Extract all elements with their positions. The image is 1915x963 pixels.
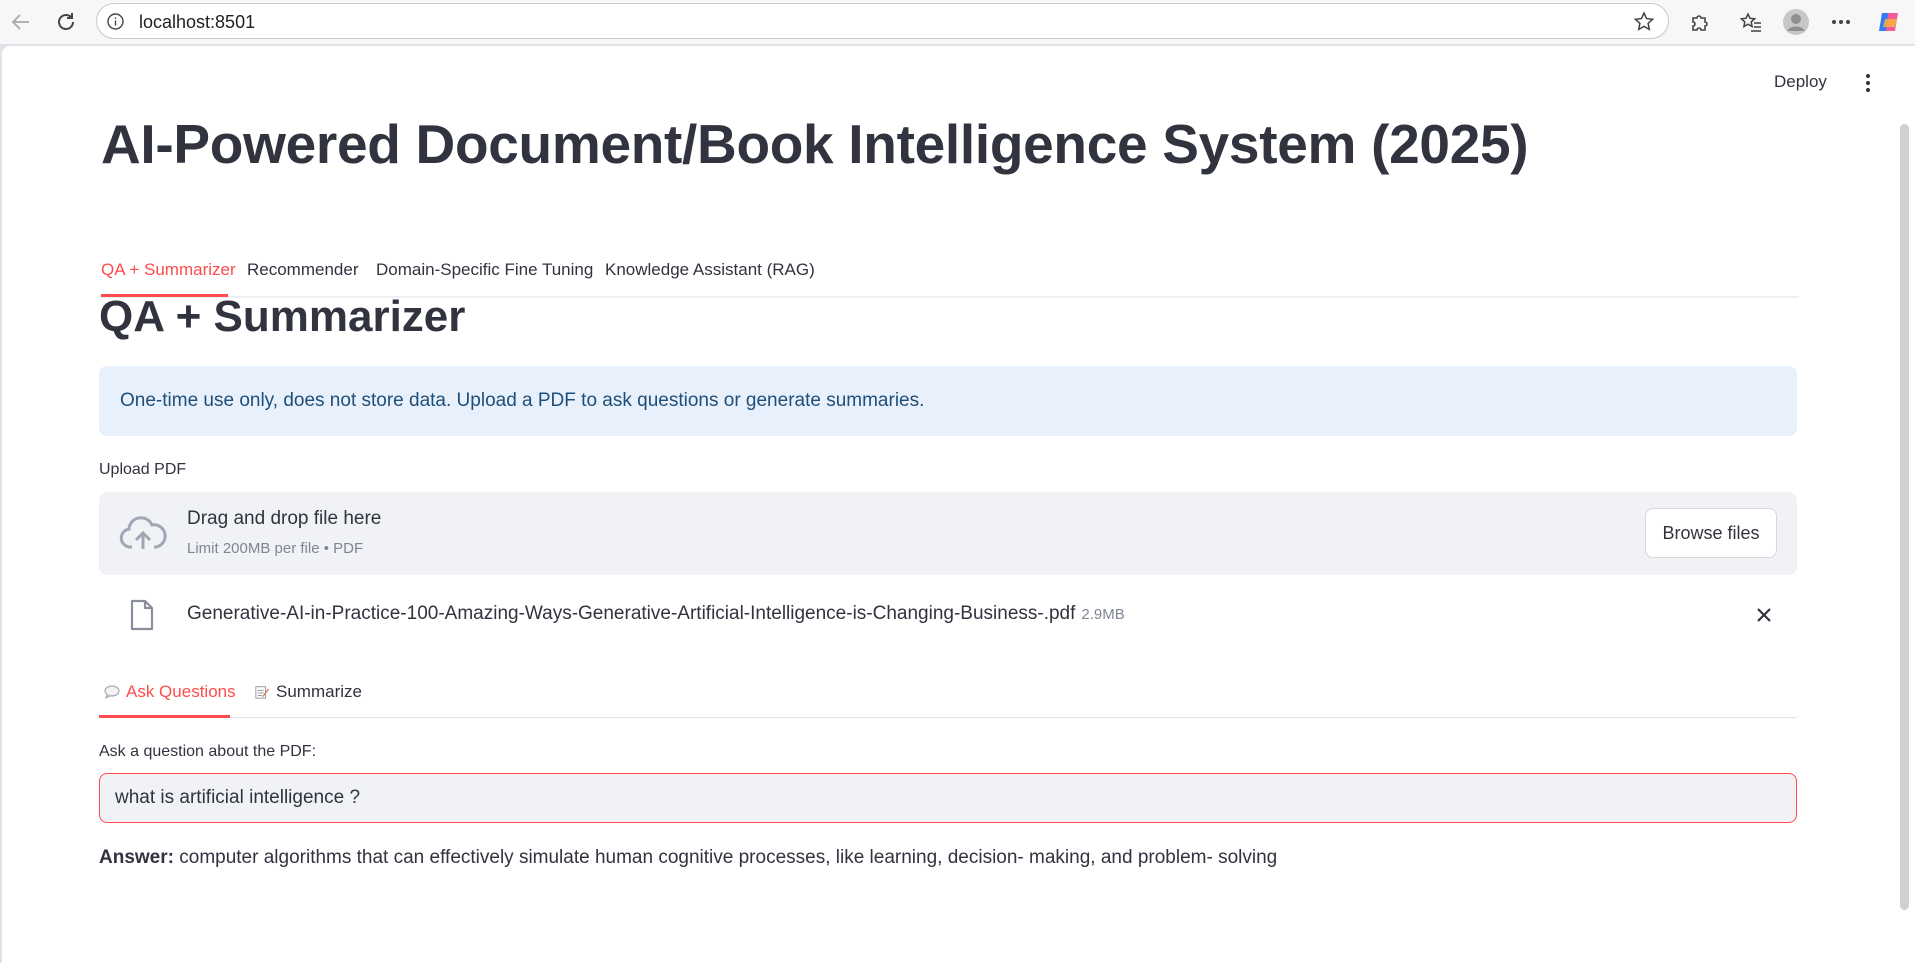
browse-files-button[interactable]: Browse files	[1645, 508, 1777, 558]
info-alert: One-time use only, does not store data. …	[99, 366, 1797, 436]
address-bar[interactable]: localhost:8501	[96, 3, 1669, 39]
speech-bubble-icon	[104, 685, 120, 699]
tab-domain-fine-tuning[interactable]: Domain-Specific Fine Tuning	[376, 260, 593, 280]
dropzone-limit: Limit 200MB per file • PDF	[187, 540, 364, 557]
tab-knowledge-assistant[interactable]: Knowledge Assistant (RAG)	[605, 260, 815, 280]
file-dropzone[interactable]: Drag and drop file here Limit 200MB per …	[99, 492, 1797, 575]
uploaded-file-name: Generative-AI-in-Practice-100-Amazing-Wa…	[187, 603, 1125, 625]
ellipsis-icon	[1832, 20, 1850, 24]
file-name-text: Generative-AI-in-Practice-100-Amazing-Wa…	[187, 603, 1076, 624]
answer-label: Answer:	[99, 847, 174, 868]
url-text: localhost:8501	[139, 12, 256, 32]
tab-summarize-label: Summarize	[276, 682, 362, 701]
favorite-star-icon[interactable]	[1632, 10, 1656, 34]
profile-button[interactable]	[1781, 7, 1811, 37]
file-icon	[130, 599, 154, 631]
uploaded-file: Generative-AI-in-Practice-100-Amazing-Wa…	[99, 590, 1797, 640]
active-subtab-indicator	[99, 715, 230, 718]
answer-body: computer algorithms that can effectively…	[173, 847, 1278, 868]
reload-button[interactable]	[52, 8, 80, 36]
favorites-list-icon	[1739, 12, 1761, 32]
reload-icon	[58, 13, 74, 30]
qa-subtabs: Ask Questions Summarize	[99, 668, 1797, 718]
extensions-button[interactable]	[1685, 7, 1715, 37]
tab-summarize[interactable]: Summarize	[254, 682, 362, 702]
deploy-button[interactable]: Deploy	[1774, 72, 1827, 92]
more-menu-button[interactable]	[1826, 7, 1856, 37]
upload-label: Upload PDF	[99, 461, 187, 478]
cloud-upload-icon	[119, 516, 167, 549]
back-arrow-icon	[11, 14, 29, 30]
tab-ask-questions[interactable]: Ask Questions	[104, 682, 236, 702]
puzzle-icon	[1692, 15, 1708, 31]
answer-text: Answer: computer algorithms that can eff…	[99, 847, 1277, 869]
tab-qa-summarizer[interactable]: QA + Summarizer	[101, 260, 236, 280]
main-menu-icon[interactable]	[1860, 72, 1876, 94]
copilot-button[interactable]	[1874, 7, 1904, 37]
back-button[interactable]	[7, 8, 35, 36]
main-tabs: QA + Summarizer Recommender Domain-Speci…	[101, 246, 1799, 298]
page-title: AI-Powered Document/Book Intelligence Sy…	[101, 113, 1529, 175]
file-size: 2.9MB	[1081, 606, 1125, 623]
question-label: Ask a question about the PDF:	[99, 743, 317, 760]
info-alert-text: One-time use only, does not store data. …	[120, 390, 925, 411]
remove-file-icon[interactable]	[1753, 604, 1775, 626]
favorites-button[interactable]	[1736, 7, 1766, 37]
section-heading: QA + Summarizer	[99, 292, 466, 341]
copilot-icon	[1879, 13, 1898, 31]
page-scrollbar[interactable]	[1900, 124, 1909, 910]
memo-icon	[255, 686, 269, 699]
question-input[interactable]	[99, 773, 1797, 823]
tab-ask-questions-label: Ask Questions	[126, 682, 236, 701]
browser-toolbar: localhost:8501	[0, 0, 1915, 44]
dropzone-instructions: Drag and drop file here	[187, 508, 382, 529]
avatar-icon	[1783, 9, 1809, 35]
tab-recommender[interactable]: Recommender	[247, 260, 359, 280]
site-info-icon[interactable]	[107, 13, 124, 30]
